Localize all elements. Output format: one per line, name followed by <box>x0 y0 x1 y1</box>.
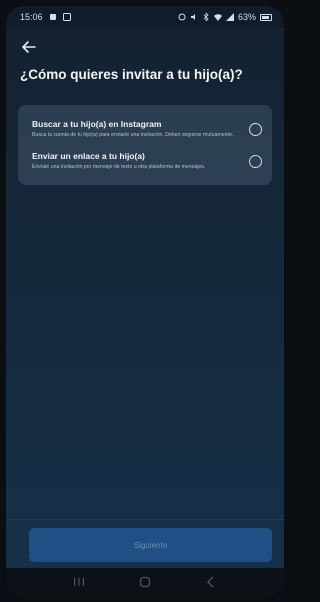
radio-unselected-icon[interactable] <box>249 122 262 136</box>
option-search-instagram[interactable]: Buscar a tu hijo(a) en Instagram Busca l… <box>18 113 272 145</box>
status-bar: 15:06 63% <box>6 6 284 28</box>
home-icon[interactable] <box>138 575 152 589</box>
battery-percent: 63% <box>237 12 256 22</box>
option-description: Envíale una invitación por mensaje de te… <box>32 164 206 170</box>
system-nav-bar <box>6 568 284 596</box>
option-description: Busca la cuenta de tu hijo(a) para envia… <box>32 132 234 138</box>
next-button[interactable]: Siguiente <box>29 528 272 562</box>
gallery-icon <box>62 13 71 21</box>
mute-icon <box>190 14 195 20</box>
battery-icon <box>260 13 272 21</box>
alarm-icon <box>178 13 186 21</box>
recent-apps-icon[interactable] <box>72 575 86 589</box>
back-arrow-icon[interactable] <box>20 38 38 56</box>
signal-icon <box>225 13 234 21</box>
option-title: Enviar un enlace a tu hijo(a) <box>32 151 145 161</box>
status-time: 15:06 <box>20 12 43 22</box>
option-title: Buscar a tu hijo(a) en Instagram <box>32 119 162 129</box>
option-send-link[interactable]: Enviar un enlace a tu hijo(a) Envíale un… <box>18 145 272 177</box>
wifi-icon <box>213 14 222 21</box>
back-nav-icon[interactable] <box>204 575 218 589</box>
notification-icon <box>49 14 56 20</box>
options-card: Buscar a tu hijo(a) en Instagram Busca l… <box>18 105 272 185</box>
radio-unselected-icon[interactable] <box>249 154 262 168</box>
page-title: ¿Cómo quieres invitar a tu hijo(a)? <box>20 67 243 82</box>
footer-divider <box>6 519 284 520</box>
bluetooth-icon <box>203 13 209 21</box>
screen: 15:06 63% ¿Cómo quieres invitar a tu hij… <box>6 6 284 596</box>
